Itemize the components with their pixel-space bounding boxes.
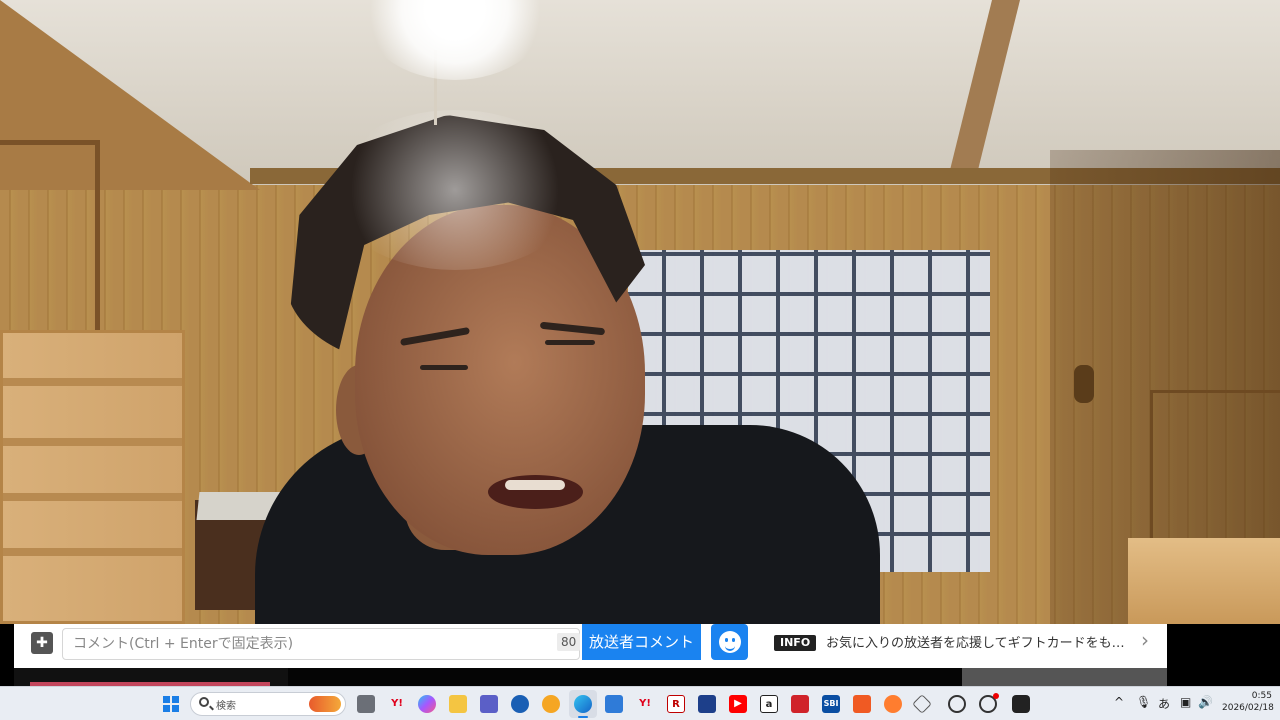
app-icon-dark[interactable] xyxy=(1012,695,1030,713)
clock-time: 0:55 xyxy=(1251,691,1272,701)
taskbar: 検索 Y! Y! R ▶ a SBI ^ 🎙 あ ▣ 🔊 0:55 2026/0… xyxy=(0,686,1280,720)
file-explorer-icon[interactable] xyxy=(449,695,467,713)
yahoo-shopping-icon[interactable]: Y! xyxy=(636,695,654,713)
app-icon-orange[interactable] xyxy=(542,695,560,713)
char-count: 80 xyxy=(557,633,581,651)
info-ticker-text[interactable]: お気に入りの放送者を応援してギフトカードをも… xyxy=(826,632,1126,651)
app-icon-news[interactable] xyxy=(698,695,716,713)
search-highlight-icon xyxy=(309,696,341,712)
teams-icon[interactable] xyxy=(480,695,498,713)
search-label: 検索 xyxy=(216,701,236,712)
yahoo-icon[interactable]: Y! xyxy=(388,695,406,713)
amazon-icon[interactable]: a xyxy=(760,695,778,713)
broadcaster-comment-button[interactable]: 放送者コメント xyxy=(582,624,701,660)
comment-input[interactable] xyxy=(62,628,580,660)
app-icon-ring[interactable] xyxy=(948,695,966,713)
emoji-button[interactable] xyxy=(711,624,748,660)
taskbar-search[interactable]: 検索 xyxy=(190,692,346,716)
chevron-up-icon[interactable]: ^ xyxy=(1114,695,1124,709)
app-icon-red[interactable] xyxy=(791,695,809,713)
pin-comment-icon[interactable]: ✚ xyxy=(31,632,53,654)
app-icon-orange-2[interactable] xyxy=(853,695,871,713)
edge-icon[interactable] xyxy=(574,695,592,713)
sbi-icon[interactable]: SBI xyxy=(822,695,840,713)
info-badge: INFO xyxy=(774,635,817,651)
rakuten-icon[interactable]: R xyxy=(667,695,685,713)
copilot-icon[interactable] xyxy=(418,695,436,713)
clock-date: 2026/02/18 xyxy=(1222,703,1274,713)
player-progress-area xyxy=(14,668,1167,686)
video-player[interactable] xyxy=(0,0,1280,624)
app-icon-circle[interactable] xyxy=(884,695,902,713)
comment-bar: ✚ 80 放送者コメント INFO お気に入りの放送者を応援してギフトカードをも… xyxy=(14,624,1167,668)
network-icon[interactable]: ▣ xyxy=(1180,695,1191,709)
streamer xyxy=(0,0,1280,624)
youtube-icon[interactable]: ▶ xyxy=(729,695,747,713)
search-icon xyxy=(199,697,209,707)
volume-icon[interactable]: 🔊 xyxy=(1198,695,1213,709)
chevron-right-icon[interactable]: › xyxy=(1141,628,1149,652)
clock[interactable]: 0:55 2026/02/18 xyxy=(1222,690,1274,714)
notification-dot xyxy=(993,693,999,699)
microphone-icon[interactable]: 🎙 xyxy=(1136,695,1151,709)
app-icon-blue[interactable] xyxy=(511,695,529,713)
app-icon-diamond[interactable] xyxy=(912,694,932,714)
task-view-icon[interactable] xyxy=(357,695,375,713)
ime-indicator[interactable]: あ xyxy=(1158,695,1170,712)
windows-start-icon[interactable] xyxy=(163,696,179,712)
store-icon[interactable] xyxy=(605,695,623,713)
